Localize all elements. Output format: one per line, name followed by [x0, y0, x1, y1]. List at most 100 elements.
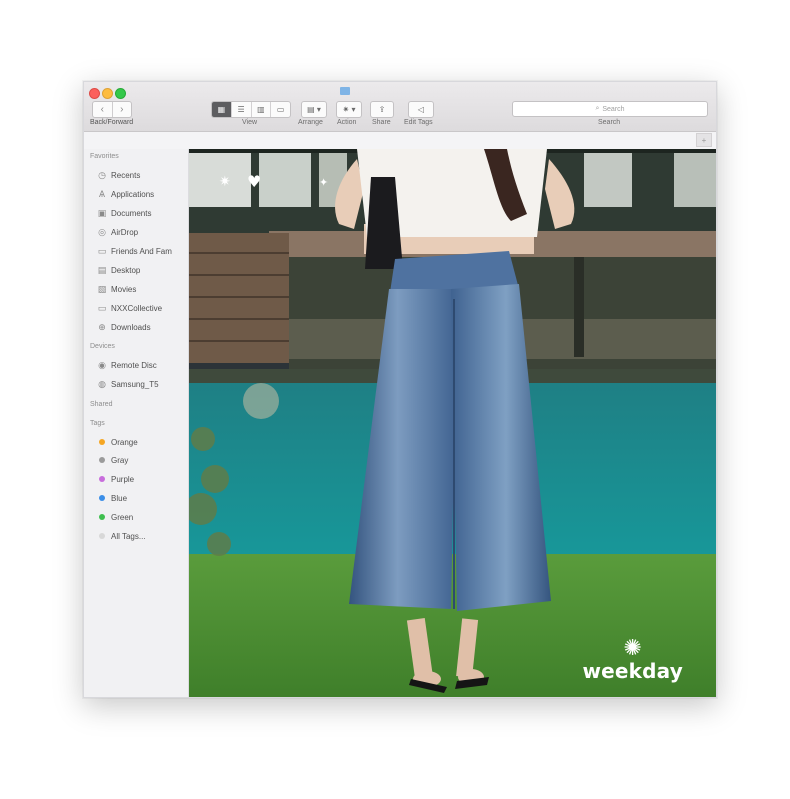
folder-icon: ▭	[97, 302, 107, 313]
gallery-view-button[interactable]: ▭	[270, 102, 290, 117]
icon-view-button[interactable]: ▦	[212, 102, 231, 117]
tag-dot-icon	[99, 457, 105, 463]
sidebar-item-label: Orange	[111, 437, 138, 447]
tag-dot-icon	[99, 495, 105, 501]
sidebar-item-label: Friends And Fam	[111, 246, 172, 256]
sidebar-item-label: All Tags...	[111, 531, 146, 541]
sidebar-section-devices: Devices	[90, 343, 115, 350]
sidebar-item-movies[interactable]: ▧ Movies	[97, 283, 137, 295]
sidebar-item-friends-and-fam[interactable]: ▭ Friends And Fam	[97, 245, 172, 257]
window-pane	[584, 149, 632, 207]
sparkle-icon: ✦	[319, 176, 328, 189]
share-label: Share	[372, 119, 391, 126]
search-label: Search	[598, 119, 621, 126]
sidebar-tag-all-tags[interactable]: All Tags...	[97, 530, 146, 542]
sidebar-item-label: Movies	[111, 284, 137, 294]
action-label: Action	[337, 119, 357, 126]
back-forward-label: Back/Forward	[90, 119, 134, 126]
download-icon: ⊕	[98, 321, 106, 332]
close-button[interactable]	[89, 88, 100, 99]
airdrop-icon: ◎	[98, 226, 106, 237]
disc-icon: ◉	[98, 359, 106, 370]
sidebar-section-favorites: Favorites	[90, 153, 119, 160]
plus-icon[interactable]: +	[696, 133, 712, 147]
sidebar-item-label: Recents	[111, 170, 141, 180]
drive-icon: ◍	[98, 378, 106, 389]
search-icon: ⌕	[595, 105, 600, 112]
arrange-icon: ▤ ▾	[307, 105, 321, 114]
sidebar-item-label: Blue	[111, 493, 128, 503]
sidebar-item-nxxcollective[interactable]: ▭ NXXCollective	[97, 302, 162, 314]
edit-tags-button[interactable]: ◁	[408, 101, 434, 118]
view-label: View	[242, 119, 258, 126]
sidebar-item-label: Samsung_T5	[111, 379, 159, 389]
sidebar-item-remote-disc[interactable]: ◉ Remote Disc	[97, 359, 157, 371]
column-view-button[interactable]: ▥	[250, 102, 271, 117]
chevron-right-icon: ›	[120, 104, 124, 115]
document-icon: ▣	[97, 207, 107, 218]
brand-watermark: ✺ weekday	[582, 635, 683, 684]
sidebar: Favorites ◷ Recents Ѧ Applications ▣ Doc…	[84, 149, 189, 697]
search-placeholder: Search	[602, 105, 625, 113]
window-pane	[259, 149, 311, 207]
sidebar-item-label: Downloads	[111, 322, 151, 332]
folder-icon: ▭	[97, 245, 107, 256]
search-input[interactable]: ⌕ Search	[512, 101, 708, 117]
sidebar-tag-green[interactable]: Green	[97, 511, 133, 523]
sidebar-tag-blue[interactable]: Blue	[97, 492, 127, 504]
tag-dot-icon	[99, 476, 105, 482]
sidebar-item-label: Remote Disc	[111, 360, 157, 370]
arrange-button[interactable]: ▤ ▾	[301, 101, 327, 118]
sidebar-item-label: Documents	[111, 208, 152, 218]
sidebar-item-airdrop[interactable]: ◎ AirDrop	[97, 226, 138, 238]
action-button[interactable]: ✷ ▾	[336, 101, 362, 118]
film-icon: ▧	[97, 283, 107, 294]
applications-icon: Ѧ	[98, 189, 105, 199]
list-view-button[interactable]: ☰	[230, 102, 251, 117]
sidebar-item-label: Green	[111, 512, 134, 522]
gallery-icon: ▭	[276, 105, 285, 114]
sidebar-item-samsung-t5[interactable]: ◍ Samsung_T5	[97, 378, 159, 390]
sidebar-item-label: AirDrop	[111, 227, 139, 237]
finder-window: ‹ › Back/Forward ▦ ☰ ▥ ▭ View ▤ ▾ Arrang…	[83, 81, 717, 698]
sidebar-tag-orange[interactable]: Orange	[97, 436, 138, 448]
desktop-icon: ▤	[97, 264, 107, 275]
sidebar-section-tags: Tags	[90, 420, 105, 427]
sidebar-item-label: Gray	[111, 455, 129, 465]
product-photo: ✷ ♥ ✦	[189, 149, 716, 697]
tag-dot-icon	[99, 514, 105, 520]
sparkle-icon: ✷	[219, 174, 231, 190]
sidebar-item-label: Applications	[111, 189, 155, 199]
forward-button[interactable]: ›	[111, 102, 132, 117]
gear-icon: ✷ ▾	[342, 105, 356, 114]
flower-icon: ✺	[623, 635, 642, 660]
minimize-button[interactable]	[102, 88, 113, 99]
sidebar-item-label: Purple	[111, 474, 135, 484]
share-icon: ⇪	[378, 105, 386, 114]
sidebar-item-label: NXXCollective	[111, 303, 163, 313]
back-button[interactable]: ‹	[93, 102, 112, 117]
view-switcher: ▦ ☰ ▥ ▭	[211, 101, 291, 118]
grid-icon: ▦	[217, 105, 226, 114]
sidebar-item-label: Desktop	[111, 265, 141, 275]
sidebar-tag-purple[interactable]: Purple	[97, 473, 134, 485]
sidebar-item-documents[interactable]: ▣ Documents	[97, 207, 152, 219]
sidebar-item-downloads[interactable]: ⊕ Downloads	[97, 321, 151, 333]
brand-text: weekday	[582, 659, 683, 683]
zoom-button[interactable]	[115, 88, 126, 99]
heart-icon: ♥	[247, 172, 261, 191]
tag-dot-icon	[99, 533, 105, 539]
sidebar-item-applications[interactable]: Ѧ Applications	[97, 188, 154, 200]
sidebar-section-shared: Shared	[90, 401, 113, 408]
sidebar-tag-gray[interactable]: Gray	[97, 454, 128, 466]
content-area: ✷ ♥ ✦ ✺ weekday	[189, 149, 716, 697]
clock-icon: ◷	[98, 169, 106, 180]
toolbar: ‹ › Back/Forward ▦ ☰ ▥ ▭ View ▤ ▾ Arrang…	[84, 82, 716, 132]
edit-tags-label: Edit Tags	[404, 119, 433, 126]
columns-icon: ▥	[257, 105, 265, 114]
sidebar-item-desktop[interactable]: ▤ Desktop	[97, 264, 141, 276]
chevron-left-icon: ‹	[100, 104, 104, 115]
sidebar-item-recents[interactable]: ◷ Recents	[97, 169, 140, 181]
share-button[interactable]: ⇪	[370, 101, 394, 118]
folder-icon	[340, 87, 350, 95]
